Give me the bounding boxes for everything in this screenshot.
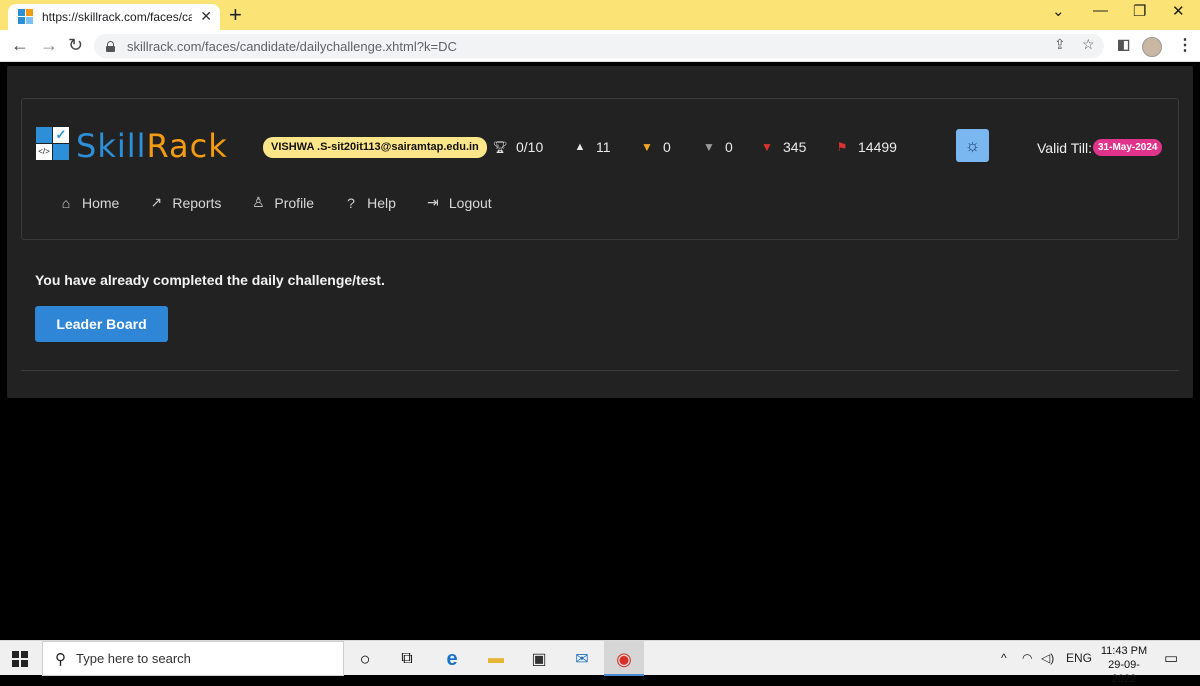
forward-icon[interactable]: →	[40, 35, 58, 56]
address-bar[interactable]: skillrack.com/faces/candidate/dailychall…	[94, 34, 1104, 58]
store-icon[interactable]: ▣	[528, 649, 550, 669]
logo-text-skill: Skill	[76, 127, 147, 165]
lock-icon	[106, 40, 115, 52]
sun-icon: ☼	[964, 135, 981, 155]
language-indicator[interactable]: ENG	[1066, 651, 1092, 665]
stat-value: 345	[783, 139, 807, 155]
logo-mark-icon: ✓ </>	[36, 127, 70, 161]
nav-label: Help	[367, 194, 396, 211]
back-icon[interactable]: ←	[11, 35, 29, 56]
stat-value: 0	[663, 139, 671, 155]
chrome-taskbar-button[interactable]: ◉	[604, 641, 644, 676]
completion-message: You have already completed the daily cha…	[35, 272, 385, 288]
stat-value: 11	[596, 139, 611, 155]
valid-till-date: 31-May-2024	[1092, 139, 1163, 156]
volume-icon[interactable]: ◁)	[1041, 651, 1054, 665]
clock-time: 11:43 PM	[1100, 645, 1148, 657]
logo-text-rack: Rack	[146, 127, 228, 165]
wifi-icon[interactable]: ◠	[1022, 651, 1032, 665]
chrome-icon: ◉	[616, 648, 632, 669]
skillrack-logo[interactable]: ✓ </> SkillRack	[36, 127, 236, 167]
nav-label: Home	[82, 194, 120, 211]
browser-toolbar: ← → ↻ skillrack.com/faces/candidate/dail…	[0, 30, 1200, 62]
logout-icon: ⇥	[427, 194, 439, 210]
browser-tab[interactable]: https://skillrack.com/faces/candidate/da…	[8, 4, 220, 30]
close-tab-icon[interactable]: ✕	[200, 8, 212, 25]
tray-chevron-icon[interactable]: ^	[1001, 651, 1007, 665]
tab-search-icon[interactable]: ⌄	[1052, 2, 1065, 20]
task-view-icon[interactable]: ⧉	[396, 649, 418, 669]
menu-icon[interactable]: ⋮	[1177, 35, 1193, 55]
nav-profile[interactable]: ♙ Profile	[250, 194, 314, 211]
stat-value: 14499	[858, 139, 897, 155]
clock-date: 29-09-2022	[1108, 659, 1140, 685]
new-tab-button[interactable]: +	[229, 2, 242, 28]
nav-label: Logout	[448, 194, 492, 211]
nav-home[interactable]: ⌂ Home	[58, 194, 120, 211]
taskbar: ⚲ Type here to search ○ ⧉ e ▬ ▣ ✉ ◉ ^ ◠ …	[0, 640, 1200, 685]
nav-help[interactable]: ? Help	[343, 194, 396, 211]
main-card: ✓ </> SkillRack VISHWA .S-sit20it113@sai…	[7, 66, 1193, 398]
sidebar-icon[interactable]: ◧	[1117, 36, 1130, 53]
nav-reports[interactable]: ↗ Reports	[148, 194, 221, 211]
file-explorer-icon[interactable]: ▬	[485, 649, 507, 669]
profile-avatar[interactable]	[1142, 37, 1162, 57]
taskbar-search[interactable]: ⚲ Type here to search	[42, 641, 344, 676]
restore-icon[interactable]: ❐	[1133, 2, 1146, 20]
main-nav: ⌂ Home ↗ Reports ♙ Profile ? Help ⇥ Logo…	[58, 194, 521, 211]
home-icon: ⌂	[61, 194, 71, 211]
notifications-icon[interactable]: ▭	[1164, 649, 1178, 667]
stat-bronze: ▼ 345	[760, 139, 806, 155]
validity: Valid Till: 31-May-2024	[1037, 139, 1163, 156]
mail-icon[interactable]: ✉	[571, 649, 593, 669]
valid-till-label: Valid Till:	[1037, 139, 1092, 156]
nav-label: Reports	[172, 194, 222, 211]
silver-medal-icon: ▼	[703, 140, 715, 154]
bronze-medal-icon: ▼	[761, 140, 773, 154]
logo-text: SkillRack	[76, 127, 228, 165]
site-header: ✓ </> SkillRack VISHWA .S-sit20it113@sai…	[21, 98, 1179, 240]
gold-medal-icon: ▼	[641, 140, 653, 154]
stat-challenges: 🏆︎ 0/10	[492, 139, 544, 155]
url-text: skillrack.com/faces/candidate/dailychall…	[127, 38, 457, 54]
user-badge: VISHWA .S-sit20it113@sairamtap.edu.in	[263, 137, 487, 158]
user-icon: ♙	[252, 194, 265, 210]
reload-icon[interactable]: ↻	[68, 35, 83, 56]
stat-value: 0	[725, 139, 733, 155]
share-icon[interactable]: ⇪	[1054, 36, 1066, 53]
question-icon: ?	[347, 194, 355, 211]
theme-toggle-button[interactable]: ☼	[956, 129, 989, 162]
close-window-icon[interactable]: ✕	[1172, 2, 1185, 20]
nav-logout[interactable]: ⇥ Logout	[425, 194, 492, 211]
stat-silver: ▼ 0	[702, 139, 733, 155]
nav-label: Profile	[274, 194, 315, 211]
search-icon: ⚲	[55, 650, 66, 668]
browser-tab-bar: https://skillrack.com/faces/candidate/da…	[0, 0, 1200, 30]
windows-start-icon[interactable]	[12, 651, 28, 667]
stat-gold: ▼ 0	[640, 139, 671, 155]
star-icon[interactable]: ☆	[1082, 36, 1095, 53]
divider	[21, 370, 1179, 371]
stat-value: 0/10	[516, 139, 544, 155]
minimize-icon[interactable]: —	[1093, 2, 1108, 19]
leader-board-button[interactable]: Leader Board	[35, 306, 168, 342]
flag-icon: ⚑	[836, 140, 848, 154]
skillrack-favicon-icon	[18, 9, 34, 25]
graduation-cap-icon: ▲	[574, 141, 586, 153]
chart-icon: ↗	[150, 194, 163, 210]
stat-level: ▲ 11	[573, 139, 611, 155]
clock[interactable]: 11:43 PM 29-09-2022	[1096, 644, 1152, 686]
page-body: ✓ </> SkillRack VISHWA .S-sit20it113@sai…	[0, 62, 1200, 640]
cortana-icon[interactable]: ○	[354, 649, 376, 669]
trophy-icon: 🏆︎	[492, 140, 508, 154]
tab-title: https://skillrack.com/faces/candidate/da…	[42, 10, 192, 24]
edge-icon[interactable]: e	[441, 648, 463, 670]
stat-points: ⚑ 14499	[835, 139, 897, 155]
search-placeholder: Type here to search	[76, 651, 191, 666]
